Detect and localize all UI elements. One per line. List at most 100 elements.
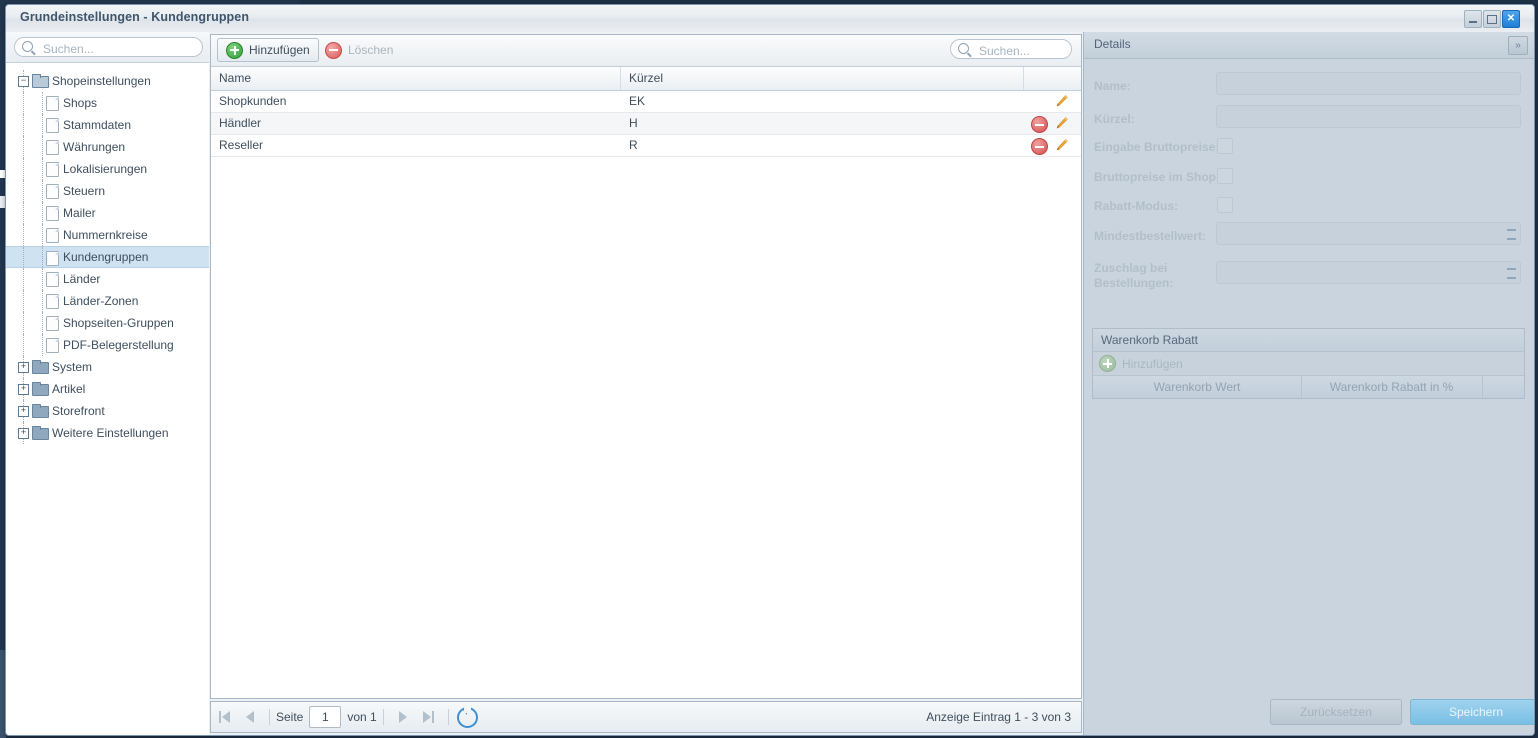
row-edit-button[interactable] [1054, 116, 1069, 131]
folder-icon [32, 74, 47, 86]
table-row[interactable]: ShopkundenEK [211, 91, 1081, 113]
zuschlag-spinner[interactable] [1504, 263, 1519, 284]
delete-button[interactable]: Löschen [316, 38, 402, 62]
sidebar-item-shopeinstellungen[interactable]: −Shopeinstellungen [6, 70, 209, 92]
sidebar-item-stammdaten[interactable]: Stammdaten [6, 114, 209, 136]
sidebar-item-label: Artikel [52, 378, 85, 400]
sidebar-item-nummernkreise[interactable]: Nummernkreise [6, 224, 209, 246]
sidebar-item-artikel[interactable]: + Artikel [6, 378, 209, 400]
row-edit-button[interactable] [1054, 94, 1069, 109]
folder-icon [32, 360, 47, 372]
cart-column-header-actions [1482, 376, 1524, 398]
eingabe-bruttopreise-checkbox[interactable] [1217, 138, 1233, 154]
sidebar-item-lokalisierungen[interactable]: Lokalisierungen [6, 158, 209, 180]
expand-icon[interactable]: + [18, 428, 29, 439]
delete-button-label: Löschen [348, 43, 393, 57]
field-label-rabatt-modus: Rabatt-Modus: [1094, 199, 1178, 213]
folder-icon [32, 404, 47, 416]
grid-search-box[interactable] [950, 39, 1072, 59]
refresh-icon [457, 707, 478, 728]
grid-header-row: Name Kürzel [211, 67, 1081, 91]
page-label: Seite [276, 710, 303, 724]
pencil-icon [1054, 120, 1069, 134]
maximize-button[interactable] [1483, 10, 1501, 28]
spinner-up-icon [1507, 268, 1516, 270]
previous-page-button[interactable] [239, 706, 261, 728]
file-icon [46, 140, 59, 155]
file-icon [46, 206, 59, 221]
sidebar-item-mailer[interactable]: Mailer [6, 202, 209, 224]
sidebar-search-box[interactable] [14, 37, 203, 57]
sidebar-item-storefront[interactable]: +Storefront [6, 400, 209, 422]
sidebar-item-shopseiten-gruppen[interactable]: Shopseiten-Gruppen [6, 312, 209, 334]
file-icon [46, 251, 59, 266]
sidebar-item-kundengruppen[interactable]: Kundengruppen [6, 246, 209, 268]
sidebar-item-shops[interactable]: Shops [6, 92, 209, 114]
grid-search-input[interactable] [977, 42, 1065, 59]
add-button[interactable]: Hinzufügen [217, 38, 319, 62]
cell-kuerzel: H [621, 113, 1024, 134]
bruttopreise-im-shop-checkbox[interactable] [1217, 168, 1233, 184]
field-label-mindestbestellwert: Mindestbestellwert: [1094, 229, 1206, 243]
refresh-button[interactable] [457, 706, 479, 728]
column-header-kuerzel[interactable]: Kürzel [621, 67, 1024, 90]
save-button[interactable]: Speichern [1410, 699, 1535, 725]
sidebar-item-pdf-belegerstellung[interactable]: PDF-Belegerstellung [6, 334, 209, 356]
details-footer: Zurücksetzen Speichern [1084, 691, 1534, 735]
expand-icon[interactable]: + [18, 362, 29, 373]
window-body: −ShopeinstellungenShopsStammdatenWährung… [6, 32, 1534, 735]
file-icon [46, 118, 59, 133]
collapse-panel-button[interactable]: » [1508, 36, 1528, 55]
divider [383, 709, 384, 725]
minimize-button[interactable] [1464, 10, 1482, 28]
first-page-button[interactable] [213, 706, 235, 728]
sidebar-item-weitere-einstellungen[interactable]: +Weitere Einstellungen [6, 422, 209, 444]
sidebar-item-label: Währungen [63, 136, 125, 158]
table-row[interactable]: HändlerH [211, 113, 1081, 135]
sidebar-item-label: Shops [63, 92, 97, 114]
rabatt-modus-checkbox[interactable] [1217, 197, 1233, 213]
table-row[interactable]: ResellerR [211, 135, 1081, 157]
search-icon [22, 41, 33, 52]
sidebar-item-steuern[interactable]: Steuern [6, 180, 209, 202]
zuschlag-bei-bestellungen-field[interactable] [1216, 261, 1521, 284]
divider [448, 709, 449, 725]
column-header-name[interactable]: Name [211, 67, 621, 90]
kuerzel-field[interactable] [1216, 105, 1521, 128]
reset-button[interactable]: Zurücksetzen [1270, 699, 1402, 725]
expand-icon[interactable]: + [18, 384, 29, 395]
minimize-icon [1469, 21, 1477, 23]
name-field[interactable] [1216, 72, 1521, 95]
minus-circle-icon [1031, 116, 1048, 133]
row-delete-button[interactable] [1031, 116, 1046, 131]
field-row-bruttopreise-im-shop: Bruttopreise im Shop: [1084, 166, 1534, 190]
application-window: Grundeinstellungen - Kundengruppen ✕ −Sh… [5, 4, 1535, 736]
row-edit-button[interactable] [1054, 138, 1069, 153]
page-number-input[interactable] [309, 706, 341, 728]
sidebar-item-label: Mailer [63, 202, 96, 224]
grid-pagination-toolbar: Seite von 1 Anzeige Eintrag 1 - 3 von 3 [210, 701, 1082, 733]
sidebar-search-input[interactable] [41, 40, 196, 57]
field-row-name: Name: [1084, 72, 1534, 102]
mindestbestellwert-spinner[interactable] [1504, 224, 1519, 245]
mindestbestellwert-field[interactable] [1216, 222, 1521, 245]
last-page-button[interactable] [418, 706, 440, 728]
window-titlebar: Grundeinstellungen - Kundengruppen ✕ [6, 5, 1534, 33]
sidebar-item-label: PDF-Belegerstellung [63, 334, 174, 356]
collapse-icon[interactable]: − [18, 76, 29, 87]
cart-discount-add-label[interactable]: Hinzufügen [1122, 357, 1183, 371]
row-delete-button[interactable] [1031, 138, 1046, 153]
sidebar-item-system[interactable]: +System [6, 356, 209, 378]
sidebar-item-w-hrungen[interactable]: Währungen [6, 136, 209, 158]
file-icon [46, 96, 59, 111]
close-button[interactable]: ✕ [1502, 10, 1520, 28]
sidebar-item-l-nder[interactable]: Länder [6, 268, 209, 290]
field-row-kuerzel: Kürzel: [1084, 105, 1534, 135]
field-label-eingabe-bruttopreise: Eingabe Bruttopreise: [1094, 140, 1219, 154]
details-panel: Details » Name: Kürzel: Eingabe B [1083, 32, 1534, 735]
expand-icon[interactable]: + [18, 406, 29, 417]
sidebar-item-label: Nummernkreise [63, 224, 148, 246]
sidebar-item-l-nder-zonen[interactable]: Länder-Zonen [6, 290, 209, 312]
next-page-button[interactable] [392, 706, 414, 728]
plus-circle-icon [1099, 355, 1116, 372]
